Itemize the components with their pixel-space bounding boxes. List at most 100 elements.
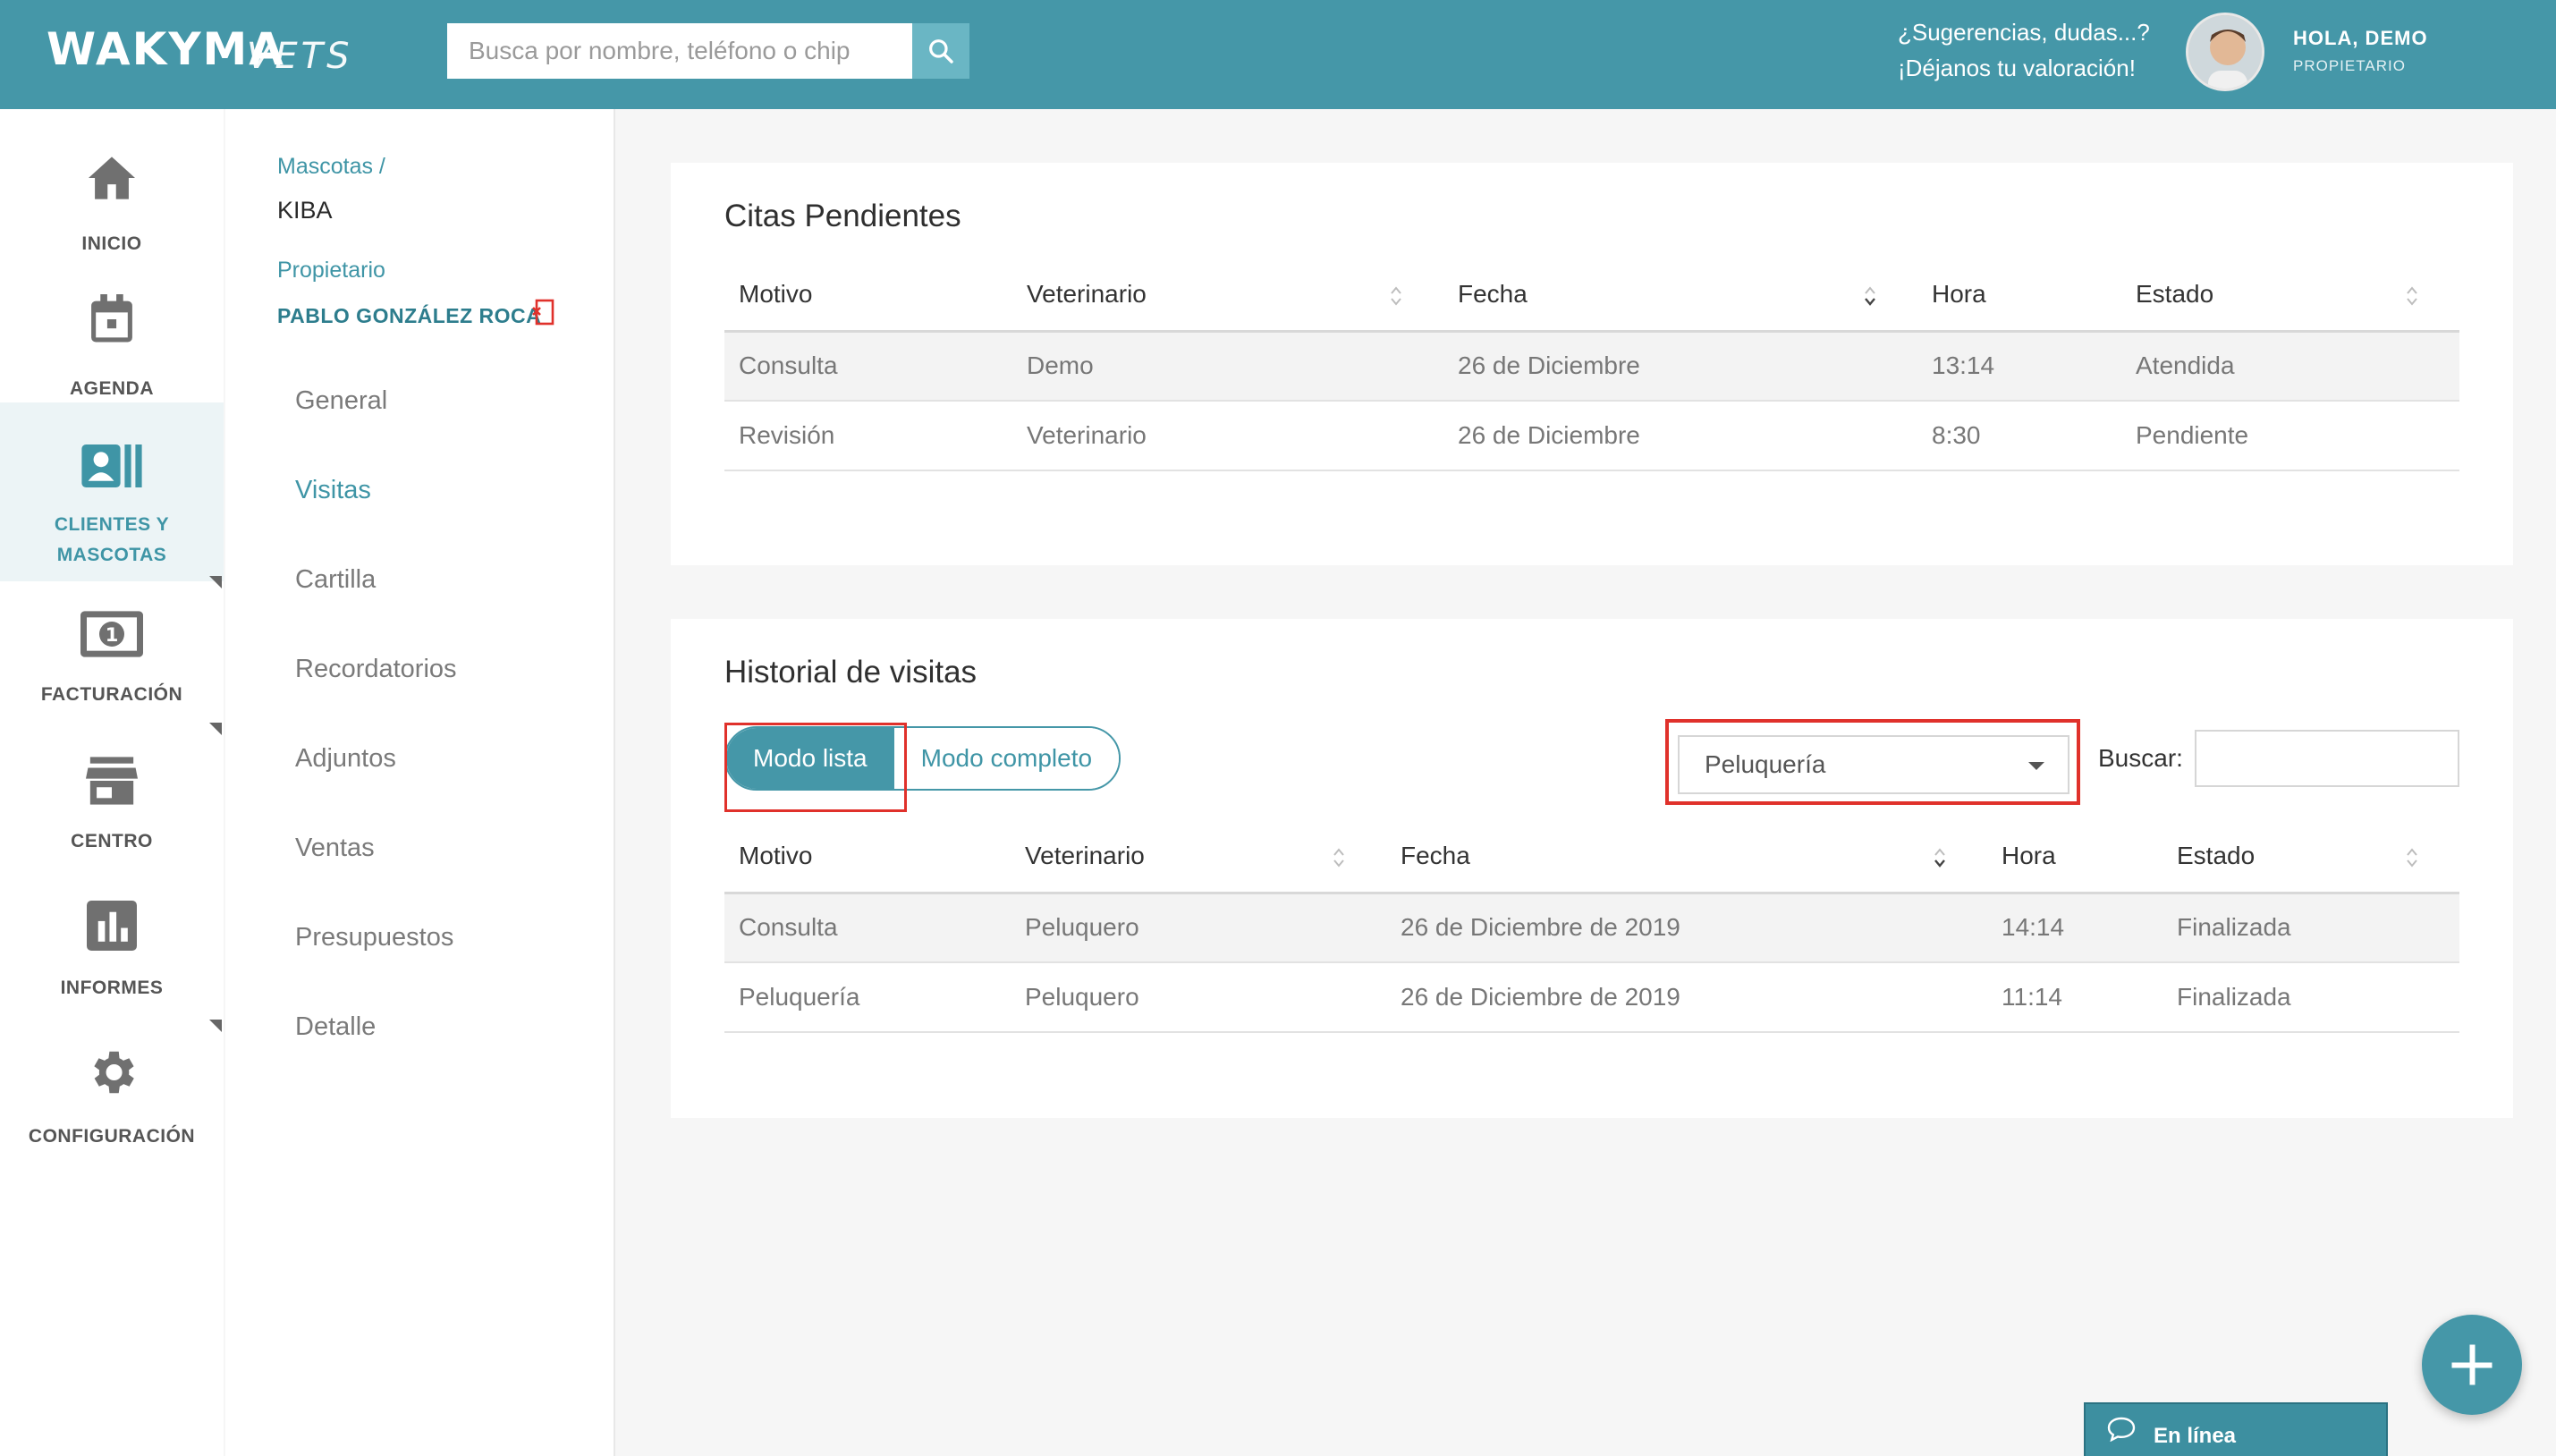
search-input[interactable]	[447, 23, 912, 79]
menu-presupuestos[interactable]: Presupuestos	[295, 923, 453, 952]
nav-clientes-mascotas[interactable]: CLIENTES Y MASCOTAS	[0, 402, 224, 581]
cell-motivo: Consulta	[724, 331, 1012, 402]
cell-estado: Finalizada	[2162, 893, 2459, 963]
feedback-line-2: ¡Déjanos tu valoración!	[1898, 55, 2136, 81]
menu-recordatorios[interactable]: Recordatorios	[295, 655, 457, 684]
chart-icon	[80, 894, 143, 957]
nav-label: CONFIGURACIÓN	[28, 1126, 196, 1147]
contacts-icon	[80, 435, 143, 497]
visit-type-select[interactable]: Peluquería	[1678, 735, 2069, 794]
column-header-motivo[interactable]: Motivo	[724, 259, 1012, 333]
nav-facturacion[interactable]: 1 FACTURACIÓN	[0, 581, 224, 728]
mode-full-button[interactable]: Modo completo	[893, 728, 1120, 789]
menu-general[interactable]: General	[295, 386, 387, 416]
cell-fecha: 26 de Diciembre de 2019	[1386, 893, 1987, 963]
nav-informes[interactable]: INFORMES	[0, 875, 224, 1021]
sort-icon	[1333, 848, 1344, 868]
owner-label: Propietario	[277, 258, 385, 283]
nav-label: MASCOTAS	[56, 545, 167, 565]
cell-motivo: Consulta	[724, 893, 1011, 963]
user-greeting[interactable]: HOLA, DEMO	[2293, 27, 2428, 50]
select-value: Peluquería	[1705, 750, 1826, 778]
cell-veterinario: Peluquero	[1011, 893, 1386, 963]
column-header-veterinario[interactable]: Veterinario	[1011, 821, 1386, 894]
table-row[interactable]: Revisión Veterinario 26 de Diciembre 8:3…	[724, 401, 2459, 471]
money-icon: 1	[80, 603, 143, 665]
visit-history-card: Historial de visitas Modo lista Modo com…	[671, 619, 2513, 1118]
breadcrumb[interactable]: Mascotas /	[277, 154, 385, 180]
column-header-label: Estado	[2177, 842, 2256, 870]
column-header-label: Veterinario	[1025, 842, 1145, 870]
cell-estado: Atendida	[2121, 331, 2459, 402]
cell-estado: Pendiente	[2121, 401, 2459, 471]
cell-veterinario: Veterinario	[1012, 401, 1443, 471]
nav-label: CENTRO	[71, 831, 153, 851]
column-header-label: Estado	[2136, 280, 2214, 309]
column-header-hora[interactable]: Hora	[1987, 821, 2162, 894]
nav-centro[interactable]: CENTRO	[0, 728, 224, 875]
calendar-icon	[80, 288, 143, 351]
column-header-fecha[interactable]: Fecha	[1443, 259, 1917, 333]
nav-label: INICIO	[81, 233, 142, 254]
highlight-box	[724, 723, 907, 812]
menu-detalle[interactable]: Detalle	[295, 1012, 376, 1042]
avatar[interactable]	[2186, 13, 2264, 91]
table-row[interactable]: Peluquería Peluquero 26 de Diciembre de …	[724, 962, 2459, 1033]
exit-icon[interactable]	[531, 299, 554, 330]
cell-hora: 13:14	[1917, 331, 2121, 402]
chat-widget[interactable]: En línea	[2084, 1402, 2388, 1456]
nav-label: FACTURACIÓN	[40, 684, 183, 705]
cell-fecha: 26 de Diciembre de 2019	[1386, 962, 1987, 1033]
nav-inicio[interactable]: INICIO	[0, 127, 224, 274]
cell-hora: 14:14	[1987, 893, 2162, 963]
plus-icon	[2451, 1344, 2493, 1385]
column-header-fecha[interactable]: Fecha	[1386, 821, 1987, 894]
app-logo-sub: VETS	[247, 36, 353, 77]
pet-sidebar: Mascotas / KIBA Propietario PABLO GONZÁL…	[225, 109, 615, 1456]
sort-icon	[1391, 286, 1401, 306]
nav-configuracion[interactable]: CONFIGURACIÓN	[0, 1021, 224, 1168]
chevron-down-icon	[2028, 762, 2044, 770]
column-header-estado[interactable]: Estado	[2162, 821, 2459, 894]
owner-name-link[interactable]: PABLO GONZÁLEZ ROCA	[277, 304, 541, 328]
main-sidebar: INICIO AGENDA CLIENTES Y MASCOTAS 1 FACT…	[0, 109, 224, 1456]
column-header-label: Fecha	[1401, 842, 1470, 870]
nav-agenda[interactable]: AGENDA	[0, 275, 224, 422]
column-header-motivo[interactable]: Motivo	[724, 821, 1011, 894]
pending-appointments-card: Citas Pendientes Motivo Veterinario Fech…	[671, 163, 2513, 565]
cell-hora: 11:14	[1987, 962, 2162, 1033]
column-header-label: Fecha	[1458, 280, 1528, 309]
cell-veterinario: Demo	[1012, 331, 1443, 402]
menu-visitas[interactable]: Visitas	[295, 476, 371, 505]
gear-icon	[80, 1041, 143, 1104]
store-icon	[80, 749, 143, 812]
nav-label: AGENDA	[69, 378, 154, 399]
column-header-estado[interactable]: Estado	[2121, 259, 2459, 333]
cell-estado: Finalizada	[2162, 962, 2459, 1033]
column-header-veterinario[interactable]: Veterinario	[1012, 259, 1443, 333]
search-icon	[929, 39, 953, 63]
menu-ventas[interactable]: Ventas	[295, 834, 375, 863]
top-bar: WAKYMA VETS ¿Sugerencias, dudas...? ¡Déj…	[0, 0, 2556, 109]
user-role: PROPIETARIO	[2293, 57, 2406, 74]
card-title: Citas Pendientes	[724, 199, 961, 233]
history-search-input[interactable]	[2195, 730, 2459, 787]
search-label: Buscar:	[2098, 744, 2183, 772]
feedback-link[interactable]: ¿Sugerencias, dudas...? ¡Déjanos tu valo…	[1898, 14, 2150, 86]
menu-cartilla[interactable]: Cartilla	[295, 565, 376, 595]
column-header-hora[interactable]: Hora	[1917, 259, 2121, 333]
table-row[interactable]: Consulta Peluquero 26 de Diciembre de 20…	[724, 893, 2459, 963]
column-header-label: Veterinario	[1027, 280, 1147, 309]
cell-hora: 8:30	[1917, 401, 2121, 471]
highlight-box: Peluquería	[1665, 719, 2080, 805]
history-table: Motivo Veterinario Fecha Hora Estado Con…	[724, 821, 2459, 1033]
search-button[interactable]	[912, 23, 969, 79]
table-row[interactable]: Consulta Demo 26 de Diciembre 13:14 Aten…	[724, 331, 2459, 402]
add-button[interactable]	[2422, 1315, 2522, 1415]
chat-bubble-icon	[2107, 1417, 2136, 1448]
chat-label: En línea	[2154, 1424, 2237, 1448]
sort-icon	[2407, 286, 2417, 306]
nav-label: CLIENTES Y	[54, 514, 170, 535]
cell-veterinario: Peluquero	[1011, 962, 1386, 1033]
menu-adjuntos[interactable]: Adjuntos	[295, 744, 396, 774]
